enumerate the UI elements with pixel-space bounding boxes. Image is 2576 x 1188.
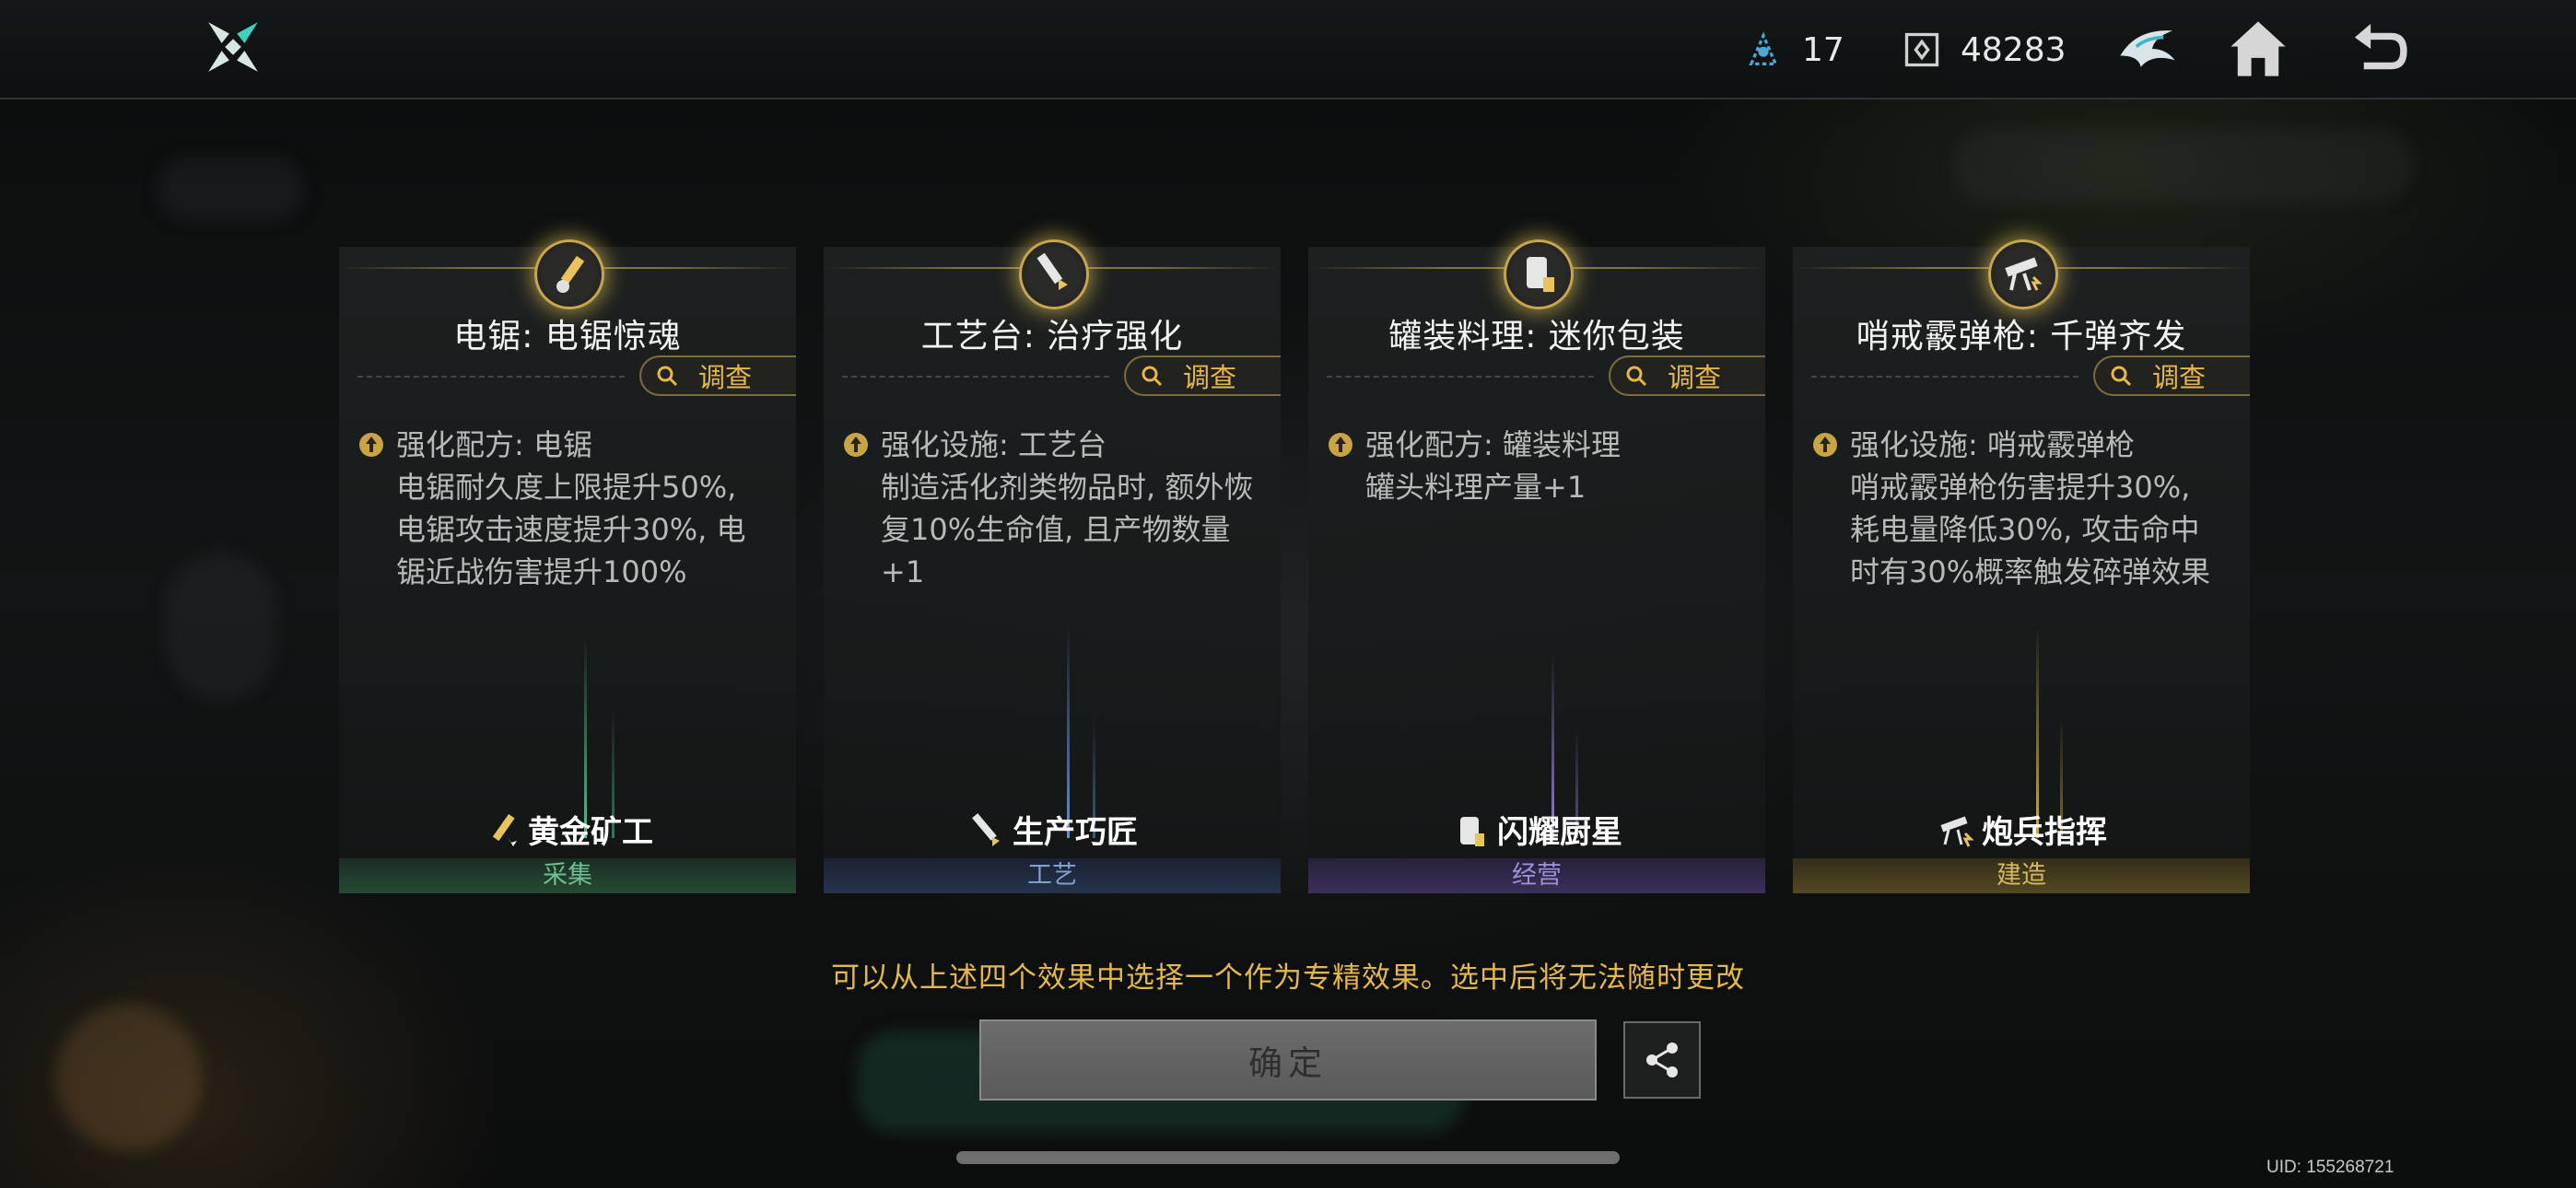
background-blur-shape	[157, 157, 304, 221]
game-logo-icon[interactable]	[205, 18, 262, 76]
investigate-button[interactable]: 调查	[639, 355, 796, 396]
upgrade-icon	[359, 433, 383, 457]
search-icon	[657, 366, 678, 387]
card-description: 强化配方: 罐装料理 罐头料理产量+1	[1327, 424, 1741, 508]
chainsaw-icon	[534, 239, 604, 309]
category-tag: 经营	[1308, 858, 1765, 893]
chip-value: 48283	[1961, 30, 2067, 69]
background-blur-shape	[166, 553, 276, 700]
investigate-button[interactable]: 调查	[2093, 355, 2250, 396]
description-body: 哨戒霰弹枪伤害提升30%, 耗电量降低30%, 攻击命中时有30%概率触发碎弹效…	[1850, 470, 2211, 589]
category-tag: 采集	[339, 858, 796, 893]
investigate-button[interactable]: 调查	[1124, 355, 1281, 396]
sentry-shotgun-icon	[1988, 239, 2058, 309]
role-name: 闪耀厨星	[1497, 814, 1622, 851]
card-description: 强化配方: 电锯 电锯耐久度上限提升50%, 电锯攻击速度提升30%, 电锯近战…	[357, 424, 772, 593]
effect-card-shotgun[interactable]: 哨戒霰弹枪: 千弹齐发 调查 强化设施: 哨戒霰弹枪 哨戒霰弹枪伤害提升30%,…	[1793, 239, 2250, 893]
category-tag: 工艺	[824, 858, 1281, 893]
guild-emblem-icon[interactable]	[2113, 15, 2182, 83]
confirm-button[interactable]: 确定	[979, 1019, 1597, 1101]
role-name: 生产巧匠	[1013, 814, 1138, 851]
search-icon	[1626, 366, 1647, 387]
divider	[1811, 376, 2078, 378]
description-body: 电锯耐久度上限提升50%, 电锯攻击速度提升30%, 电锯近战伤害提升100%	[396, 470, 746, 589]
share-icon	[1646, 1042, 1678, 1077]
card-description: 强化设施: 工艺台 制造活化剂类物品时, 额外恢复10%生命值, 且产物数量+1	[842, 424, 1257, 593]
gold-miner-icon	[492, 813, 517, 846]
description-heading: 强化配方: 罐装料理	[1365, 427, 1621, 462]
card-description: 强化设施: 哨戒霰弹枪 哨戒霰弹枪伤害提升30%, 耗电量降低30%, 攻击命中…	[1811, 424, 2226, 593]
description-heading: 强化设施: 工艺台	[881, 427, 1107, 462]
energy-resource: 17	[1743, 24, 1844, 76]
top-bar: 17 48283	[0, 0, 2576, 99]
home-indicator[interactable]	[956, 1151, 1620, 1164]
share-button[interactable]	[1623, 1021, 1701, 1099]
energy-crystal-icon	[1749, 31, 1778, 66]
card-title: 电锯: 电锯惊魂	[453, 318, 682, 355]
description-heading: 强化配方: 电锯	[396, 427, 592, 462]
effect-card-canned-food[interactable]: 罐装料理: 迷你包装 调查 强化配方: 罐装料理 罐头料理产量+1 闪耀厨星 经…	[1308, 239, 1765, 893]
description-heading: 强化设施: 哨戒霰弹枪	[1850, 427, 2135, 462]
divider	[357, 376, 625, 378]
chip-currency-icon	[1904, 32, 1939, 67]
investigate-label: 调查	[2152, 362, 2207, 393]
role-label: 炮兵指挥	[1793, 807, 2250, 852]
card-title: 哨戒霰弹枪: 千弹齐发	[1856, 318, 2187, 355]
investigate-label: 调查	[1668, 362, 1722, 393]
investigate-label: 调查	[698, 362, 753, 393]
home-icon[interactable]	[2224, 15, 2292, 83]
selection-hint: 可以从上述四个效果中选择一个作为专精效果。选中后将无法随时更改	[831, 961, 1745, 995]
canned-food-icon	[1504, 239, 1574, 309]
user-id: UID: 155268721	[2266, 1158, 2395, 1177]
craftsman-icon	[972, 812, 1000, 846]
card-title: 罐装料理: 迷你包装	[1388, 318, 1685, 355]
upgrade-icon	[844, 433, 868, 457]
upgrade-icon	[1329, 433, 1352, 457]
chip-resource: 48283	[1902, 24, 2067, 76]
investigate-button[interactable]: 调查	[1609, 355, 1765, 396]
background-blur-shape	[1953, 129, 2414, 203]
investigate-label: 调查	[1183, 362, 1237, 393]
search-icon	[1142, 366, 1163, 387]
divider	[1327, 376, 1594, 378]
energy-value: 17	[1802, 30, 1844, 69]
description-body: 罐头料理产量+1	[1365, 470, 1587, 505]
role-name: 炮兵指挥	[1982, 814, 2107, 851]
effect-card-chainsaw[interactable]: 电锯: 电锯惊魂 调查 强化配方: 电锯 电锯耐久度上限提升50%, 电锯攻击速…	[339, 239, 796, 893]
workbench-tool-icon	[1019, 239, 1089, 309]
description-body: 制造活化剂类物品时, 额外恢复10%生命值, 且产物数量+1	[881, 470, 1254, 589]
role-label: 黄金矿工	[339, 807, 796, 852]
divider	[842, 376, 1109, 378]
chef-star-icon	[1460, 816, 1484, 846]
role-name: 黄金矿工	[528, 814, 653, 851]
search-icon	[2111, 366, 2132, 387]
card-title: 工艺台: 治疗强化	[920, 318, 1184, 355]
artillery-commander-icon	[1940, 815, 1974, 847]
category-tag: 建造	[1793, 858, 2250, 893]
role-label: 闪耀厨星	[1308, 807, 1765, 852]
role-label: 生产巧匠	[824, 807, 1281, 852]
effect-card-workbench[interactable]: 工艺台: 治疗强化 调查 强化设施: 工艺台 制造活化剂类物品时, 额外恢复10…	[824, 239, 1281, 893]
background-blur-shape	[55, 1004, 203, 1151]
upgrade-icon	[1813, 433, 1837, 457]
back-arrow-icon[interactable]	[2346, 15, 2414, 83]
